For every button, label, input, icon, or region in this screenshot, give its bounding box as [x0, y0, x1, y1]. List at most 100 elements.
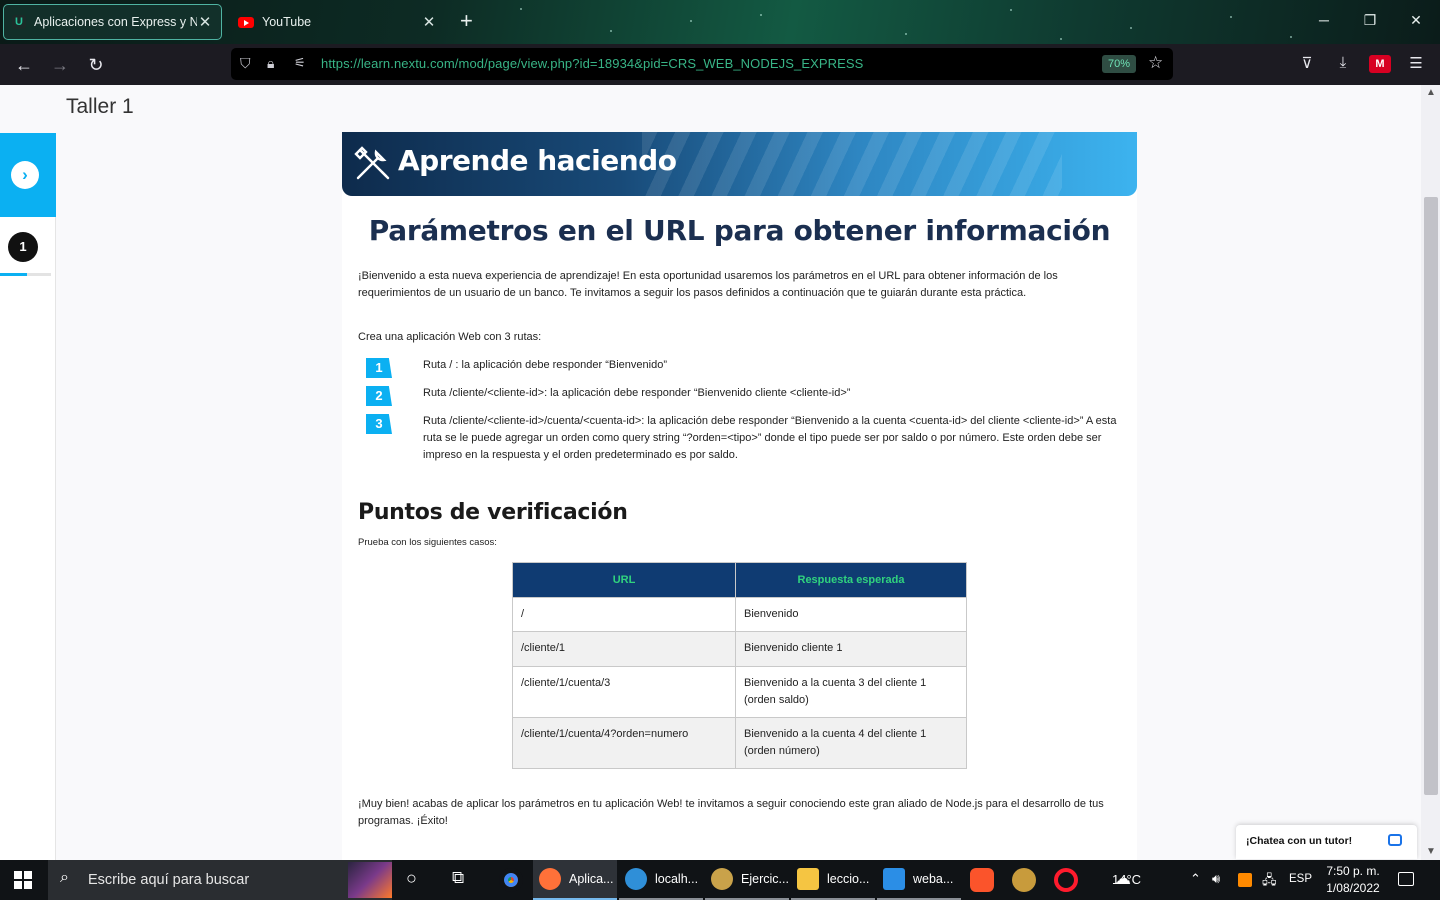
- firefox-icon: [539, 868, 561, 890]
- tab-title: YouTube: [262, 15, 312, 29]
- taskbar-app-paint[interactable]: Ejercic...: [705, 860, 789, 900]
- closing-paragraph: ¡Muy bien! acabas de aplicar los parámet…: [358, 798, 1104, 827]
- zoom-level-badge[interactable]: 70%: [1102, 55, 1137, 73]
- start-button[interactable]: [14, 871, 32, 889]
- permissions-icon[interactable]: ⚟: [294, 55, 306, 71]
- page-viewport: Taller 1 › 1 Aprende haciendo Parámetros…: [0, 85, 1440, 860]
- pocket-icon[interactable]: ⊽: [1296, 54, 1318, 72]
- new-tab-button[interactable]: +: [460, 10, 473, 32]
- route-number-badge: 3: [366, 414, 392, 434]
- route-text: Ruta /cliente/<cliente-id>/cuenta/<cuent…: [423, 415, 1117, 461]
- course-side-panel: › 1: [0, 133, 56, 860]
- lesson-title: Parámetros en el URL para obtener inform…: [368, 214, 1111, 247]
- lesson-content: Aprende haciendo Parámetros en el URL pa…: [342, 132, 1137, 860]
- taskbar-app-label: leccio...: [827, 872, 870, 886]
- vscode-icon: [883, 868, 905, 890]
- table-cell-response: Bienvenido cliente 1: [735, 631, 967, 667]
- weather-temperature[interactable]: 14°C: [1112, 872, 1141, 887]
- browser-nav-bar: ← → ↻ ⛉ 🔒︎ ⚟ https://learn.nextu.com/mod…: [0, 44, 1440, 85]
- taskbar-app-label: Ejercic...: [741, 872, 789, 886]
- extension-icon[interactable]: M: [1369, 55, 1391, 73]
- tab-aplicaciones-express[interactable]: U Aplicaciones con Express y Nod ✕: [3, 4, 222, 40]
- brave-icon[interactable]: [970, 868, 994, 892]
- chat-bubble-icon[interactable]: [1388, 834, 1402, 846]
- scrollbar[interactable]: ▲ ▼: [1421, 85, 1440, 860]
- clock-date[interactable]: 1/08/2022: [1320, 881, 1386, 895]
- browser-tab-bar: U Aplicaciones con Express y Nod ✕ YouTu…: [0, 0, 1440, 44]
- table-row: /cliente/1 Bienvenido cliente 1: [512, 631, 967, 667]
- notifications-icon[interactable]: [1398, 872, 1414, 886]
- taskbar-app-vscode[interactable]: weba...: [877, 860, 961, 900]
- forward-button[interactable]: →: [47, 52, 73, 78]
- search-icon: ⌕: [60, 869, 69, 886]
- url-text[interactable]: https://learn.nextu.com/mod/page/view.ph…: [321, 56, 863, 71]
- step-indicator[interactable]: 1: [8, 232, 38, 262]
- back-button[interactable]: ←: [11, 52, 37, 78]
- table-cell-url: /cliente/1/cuenta/3: [512, 666, 736, 718]
- table-cell-response: Bienvenido a la cuenta 4 del cliente 1 (…: [735, 717, 967, 769]
- lock-icon[interactable]: 🔒︎: [267, 55, 274, 72]
- page-title: Taller 1: [66, 95, 134, 118]
- search-highlight-image: [348, 862, 392, 898]
- route-number-badge: 1: [366, 358, 392, 378]
- chevron-right-icon[interactable]: ›: [11, 161, 39, 189]
- banner-title: Aprende haciendo: [398, 144, 677, 177]
- downloads-icon[interactable]: ⤓: [1332, 54, 1354, 71]
- youtube-logo-icon: [238, 16, 254, 28]
- table-cell-response: Bienvenido a la cuenta 3 del cliente 1 (…: [735, 666, 967, 718]
- app-tray-icon[interactable]: [1238, 873, 1252, 887]
- network-icon[interactable]: 🖧: [1262, 871, 1277, 893]
- scrollbar-thumb[interactable]: [1424, 197, 1438, 795]
- verification-title: Puntos de verificación: [358, 500, 628, 525]
- menu-icon[interactable]: ☰: [1405, 54, 1427, 72]
- column-header-url: URL: [512, 562, 736, 598]
- edge-icon: [625, 868, 647, 890]
- progress-bar: [0, 273, 51, 276]
- league-of-legends-icon[interactable]: [1012, 868, 1036, 892]
- scroll-up-icon[interactable]: ▲: [1424, 87, 1438, 98]
- close-tab-icon[interactable]: ✕: [197, 13, 213, 31]
- shield-icon[interactable]: ⛉: [240, 55, 251, 72]
- scroll-down-icon[interactable]: ▼: [1424, 846, 1438, 857]
- column-header-response: Respuesta esperada: [735, 562, 967, 598]
- taskbar-app-label: localh...: [655, 872, 699, 886]
- opera-icon[interactable]: [1054, 868, 1078, 892]
- intro-paragraph: ¡Bienvenido a esta nueva experiencia de …: [358, 270, 1058, 299]
- taskbar-app-firefox[interactable]: Aplica...: [533, 860, 617, 900]
- table-cell-response: Bienvenido: [735, 597, 967, 632]
- table-header-row: URL Respuesta esperada: [512, 562, 967, 598]
- reload-button[interactable]: ↻: [83, 52, 109, 78]
- taskbar-app-label: Aplica...: [569, 872, 614, 886]
- windows-taskbar: ⌕ Escribe aquí para buscar ○ ⧉ Aplica...…: [0, 860, 1440, 900]
- taskbar-app-edge[interactable]: localh...: [619, 860, 703, 900]
- banner: Aprende haciendo: [342, 132, 1137, 196]
- taskbar-search[interactable]: ⌕ Escribe aquí para buscar: [48, 860, 392, 900]
- maximize-window-button[interactable]: ❐: [1360, 12, 1380, 29]
- minimize-window-button[interactable]: ─: [1314, 12, 1334, 28]
- close-tab-icon[interactable]: ✕: [421, 13, 437, 31]
- route-text: Ruta /cliente/<cliente-id>: la aplicació…: [423, 387, 851, 399]
- language-indicator[interactable]: ESP: [1289, 873, 1312, 885]
- bookmark-star-icon[interactable]: ☆: [1148, 53, 1163, 73]
- chat-label[interactable]: ¡Chatea con un tutor!: [1246, 835, 1352, 847]
- task-view-icon[interactable]: ⧉: [452, 868, 464, 888]
- routes-intro: Crea una aplicación Web con 3 rutas:: [358, 331, 542, 343]
- chat-with-tutor-widget[interactable]: ¡Chatea con un tutor!: [1236, 825, 1417, 859]
- address-bar[interactable]: ⛉ 🔒︎ ⚟ https://learn.nextu.com/mod/page/…: [231, 48, 1173, 80]
- cortana-icon[interactable]: ○: [406, 868, 417, 889]
- taskbar-app-explorer[interactable]: leccio...: [791, 860, 875, 900]
- keyboard-background-image: [642, 132, 1062, 196]
- progress-fill: [0, 273, 28, 276]
- route-number-badge: 2: [366, 386, 392, 406]
- chrome-icon[interactable]: [499, 868, 523, 892]
- tab-youtube[interactable]: YouTube ✕: [230, 4, 445, 40]
- verification-subtitle: Prueba con los siguientes casos:: [358, 537, 497, 548]
- close-window-button[interactable]: ✕: [1406, 12, 1426, 29]
- table-row: /cliente/1/cuenta/3 Bienvenido a la cuen…: [512, 666, 967, 718]
- volume-icon[interactable]: 🔊︎: [1212, 871, 1220, 887]
- side-panel-toggle[interactable]: ›: [0, 133, 56, 217]
- clock-time[interactable]: 7:50 p. m.: [1320, 864, 1386, 878]
- nextu-logo-icon: U: [12, 15, 26, 29]
- paint-icon: [711, 868, 733, 890]
- chevron-up-icon[interactable]: ⌃: [1190, 871, 1201, 887]
